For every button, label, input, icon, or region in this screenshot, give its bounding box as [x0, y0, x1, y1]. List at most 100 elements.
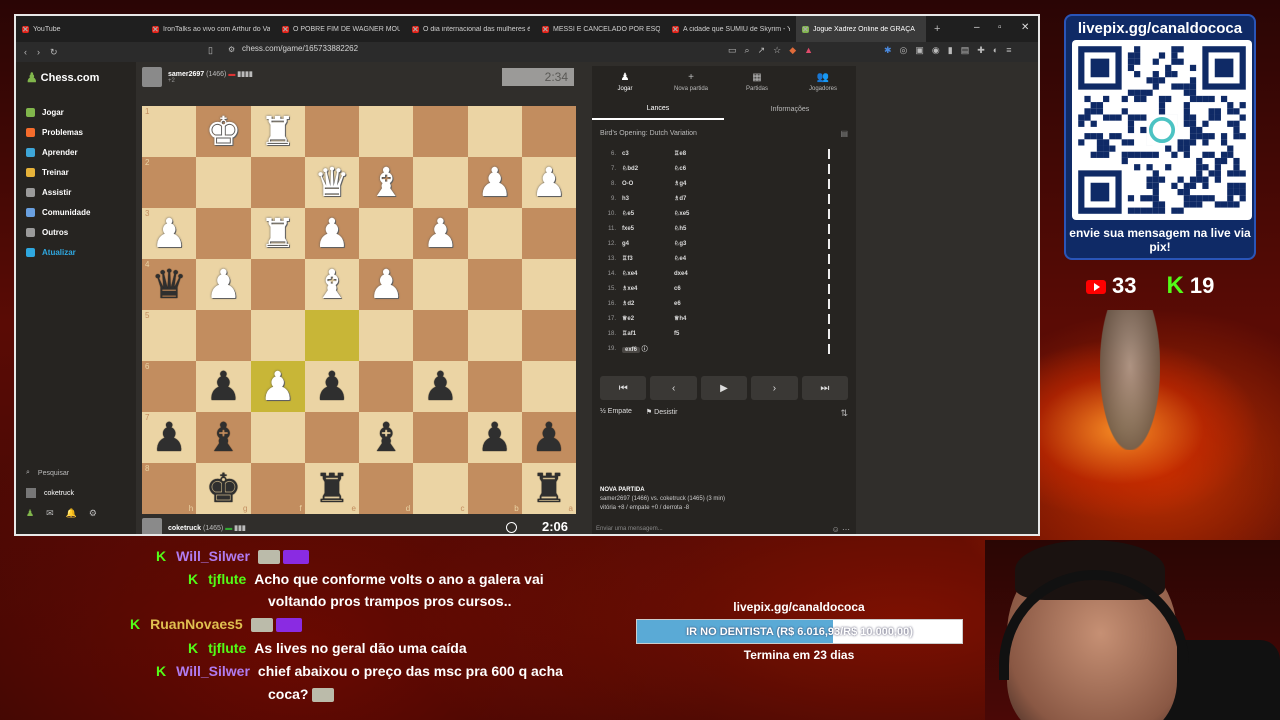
black-rook-piece[interactable]: ♜	[531, 469, 567, 509]
board-square[interactable]: 4 ♛	[142, 259, 197, 310]
board-square[interactable]	[196, 310, 251, 361]
close-tab-icon[interactable]: ✕	[152, 25, 159, 34]
board-square[interactable]: d	[359, 463, 414, 514]
black-king-piece[interactable]: ♚	[205, 469, 241, 509]
board-square[interactable]	[359, 208, 414, 259]
board-square[interactable]: ♟	[196, 361, 251, 412]
board-square[interactable]	[250, 259, 305, 310]
previous-move-button[interactable]: ‹	[650, 376, 697, 400]
white-move[interactable]: h3	[622, 196, 674, 202]
wallet-icon[interactable]: ▤	[961, 45, 970, 56]
board-square[interactable]: 1	[142, 106, 197, 157]
extension-icon[interactable]: ◉	[932, 45, 940, 56]
white-move[interactable]: ♘e5	[622, 210, 674, 217]
board-square[interactable]	[196, 208, 251, 259]
board-square[interactable]: 7 ♟	[142, 412, 197, 463]
zoom-icon[interactable]: ⌕	[745, 45, 750, 56]
white-bishop-piece[interactable]: ♝	[314, 265, 350, 305]
board-square[interactable]: ♝	[304, 259, 359, 310]
black-move[interactable]: ♖e8	[674, 150, 764, 157]
share-icon[interactable]: ↗	[758, 45, 766, 56]
first-move-button[interactable]: ⏮	[600, 376, 647, 400]
subtab-info[interactable]: Informações	[724, 98, 856, 120]
maximize-icon[interactable]: ▫	[998, 22, 1002, 33]
settings-icon[interactable]: ⚙	[89, 508, 97, 519]
board-square[interactable]: ♝	[359, 157, 414, 208]
forward-icon[interactable]: ›	[37, 47, 40, 57]
black-move[interactable]: ♘xe5	[674, 210, 764, 217]
black-move[interactable]: ♘e4	[674, 255, 764, 262]
white-pawn-piece[interactable]: ♟	[477, 163, 513, 203]
extension-icon[interactable]: ✱	[884, 45, 892, 56]
panel-tab-jogadores[interactable]: 👥 Jogadores	[790, 66, 856, 98]
avatar[interactable]	[142, 67, 162, 87]
black-move[interactable]: f5	[674, 331, 764, 337]
next-move-button[interactable]: ›	[751, 376, 798, 400]
board-square[interactable]: c	[413, 463, 468, 514]
browser-tab[interactable]: Jogue Xadrez Online de GRAÇA ✕	[796, 16, 926, 42]
panel-tab-partidas[interactable]: ▦ Partidas	[724, 66, 790, 98]
sidebar-item-outros[interactable]: Outros	[26, 228, 68, 237]
sidebar-icon[interactable]: ▮	[948, 45, 953, 56]
chat-username[interactable]: RuanNovaes5	[150, 616, 243, 632]
black-move[interactable]: ♗d7	[674, 195, 764, 202]
board-square[interactable]: 8h	[142, 463, 197, 514]
white-pawn-piece[interactable]: ♟	[368, 265, 404, 305]
screenshot-icon[interactable]: ▭	[728, 45, 737, 56]
board-square[interactable]: 6	[142, 361, 197, 412]
board-square[interactable]: e ♜	[304, 463, 359, 514]
board-square[interactable]	[359, 361, 414, 412]
black-move[interactable]: dxe4	[674, 271, 764, 277]
close-tab-icon[interactable]: ✕	[542, 25, 549, 34]
sidebar-user[interactable]: coketruck	[26, 488, 74, 498]
black-move[interactable]: ♘c6	[674, 165, 764, 172]
board-square[interactable]: ♟	[304, 361, 359, 412]
chesscom-logo[interactable]: ♟ Chess.com	[26, 70, 99, 86]
close-tab-icon[interactable]: ✕	[412, 25, 419, 34]
board-square[interactable]: ♟	[196, 259, 251, 310]
black-move[interactable]: ♕h4	[674, 315, 764, 322]
flip-board-icon[interactable]: ⇅	[840, 408, 848, 419]
minimize-icon[interactable]: –	[974, 22, 980, 33]
black-move[interactable]: ♗g4	[674, 180, 764, 187]
board-square[interactable]: ♝	[196, 412, 251, 463]
board-square[interactable]	[521, 106, 576, 157]
chat-input[interactable]: Enviar uma mensagem... ☺ ⋯	[592, 522, 856, 534]
board-square[interactable]	[467, 106, 522, 157]
black-move[interactable]: c6	[674, 286, 764, 292]
board-square[interactable]: ♟	[304, 208, 359, 259]
vpn-icon[interactable]: ◐	[993, 45, 998, 56]
board-square[interactable]: ♟	[521, 412, 576, 463]
black-bishop-piece[interactable]: ♝	[205, 418, 241, 458]
black-move[interactable]: ♘g3	[674, 240, 764, 247]
board-square[interactable]	[250, 310, 305, 361]
board-square[interactable]: ♝	[359, 412, 414, 463]
board-square[interactable]: f	[250, 463, 305, 514]
white-pawn-piece[interactable]: ♟	[531, 163, 567, 203]
white-move[interactable]: ♗d2	[622, 300, 674, 307]
chat-username[interactable]: Will_Silwer	[176, 663, 250, 679]
black-bishop-piece[interactable]: ♝	[368, 418, 404, 458]
black-queen-piece[interactable]: ♛	[151, 265, 187, 305]
chat-username[interactable]: tjflute	[208, 640, 246, 656]
chat-username[interactable]: Will_Silwer	[176, 548, 250, 564]
board-square[interactable]: ♟	[521, 157, 576, 208]
white-bishop-piece[interactable]: ♝	[368, 163, 404, 203]
bottom-player-name[interactable]: coketruck	[168, 525, 201, 532]
close-tab-icon[interactable]: ✕	[672, 25, 679, 34]
top-player-name[interactable]: samer2697	[168, 71, 204, 78]
white-move[interactable]: ♕e2	[622, 315, 674, 322]
panel-tab-nova-partida[interactable]: + Nova partida	[658, 66, 724, 98]
rewards-icon[interactable]: ▲	[804, 45, 813, 56]
panel-tab-jogar[interactable]: ♟ Jogar	[592, 66, 658, 98]
sidebar-item-aprender[interactable]: Aprender	[26, 148, 78, 157]
white-pawn-piece[interactable]: ♟	[314, 214, 350, 254]
close-window-icon[interactable]: ✕	[1021, 22, 1029, 33]
new-tab-button[interactable]: +	[926, 23, 948, 35]
browser-tab[interactable]: O POBRE FIM DE WAGNER MOURA ✕	[276, 16, 406, 42]
sidebar-search[interactable]: ⌕ Pesquisar	[26, 469, 69, 477]
board-square[interactable]	[521, 361, 576, 412]
mail-icon[interactable]: ✉	[46, 508, 54, 519]
bookmark-star-icon[interactable]: ☆	[773, 45, 781, 56]
chess-board[interactable]: 1 ♚ ♜ 2 ♛ ♝ ♟ ♟ 3 ♟ ♜ ♟ ♟ 4 ♛ ♟ ♝ ♟ 5 6 ♟ ♟ ♟ ♟ 7 ♟ ♝ ♝ ♟ ♟ 8 h g ♚ f e ♜ d c b…	[142, 106, 576, 514]
